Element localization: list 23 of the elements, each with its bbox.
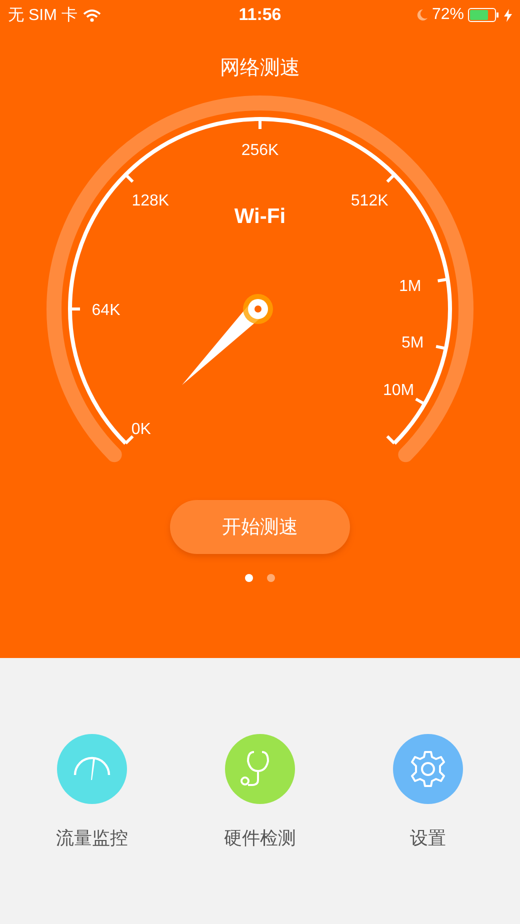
charging-icon [504,8,512,22]
page-dot[interactable] [245,574,253,582]
scale-label: 256K [241,142,279,159]
scale-label: 1M [399,278,422,296]
carrier-text: 无 SIM 卡 [8,6,78,26]
scale-label: 10M [383,382,414,399]
scale-label: 5M [401,334,424,352]
tool-button[interactable]: 硬件检测 [190,734,330,850]
tool-button[interactable]: 流量监控 [22,734,162,850]
connection-type: Wi-Fi [234,205,286,228]
battery-percent: 72% [432,6,464,24]
scale-label: 0K [131,420,151,438]
clock-text: 11:56 [238,5,282,25]
page-dot[interactable] [267,574,275,582]
scale-label: 64K [92,302,120,319]
scale-label: 512K [350,192,388,210]
page-title: 网络测速 [220,54,300,81]
scale-label: 128K [132,192,170,210]
settings-icon [408,749,448,789]
wifi-icon [83,8,102,22]
battery-icon [468,8,500,22]
moon-icon [416,9,428,21]
tool-button[interactable]: 设置 [358,734,498,850]
